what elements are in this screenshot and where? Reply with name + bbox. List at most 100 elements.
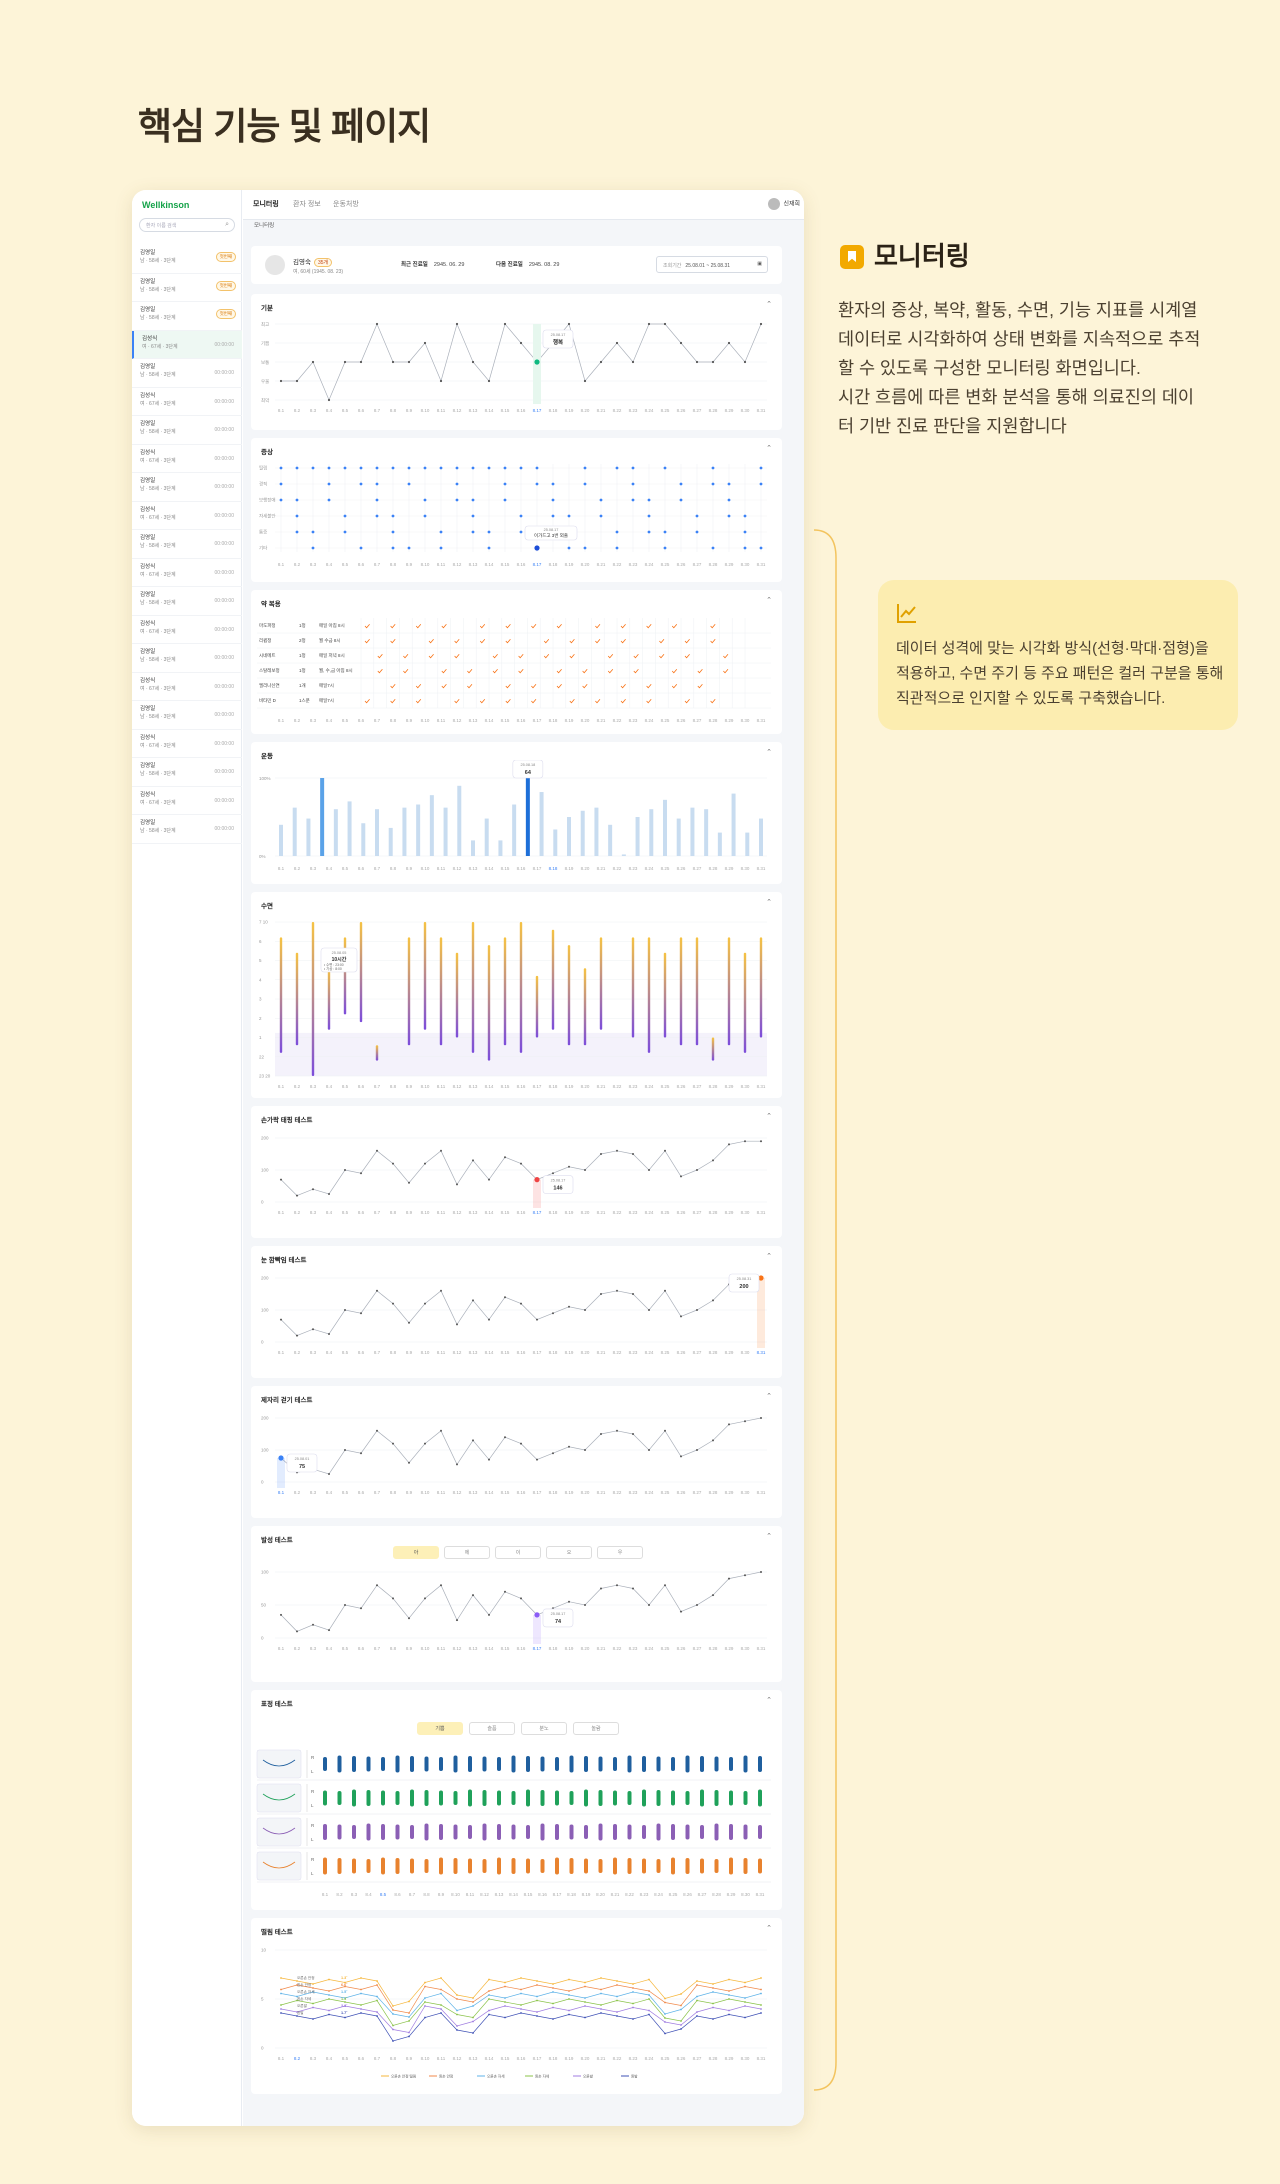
face-bar	[642, 1825, 646, 1839]
symptom-dot	[727, 482, 731, 486]
exercise-bar	[649, 809, 654, 856]
collapse-icon[interactable]: ⌃	[766, 1532, 772, 1540]
y-tick-label: 7 10	[259, 920, 268, 925]
user-profile[interactable]: 신재희	[768, 198, 800, 210]
tremor-line	[280, 2012, 762, 2042]
patient-item-name: 김영일	[140, 478, 156, 484]
tremor-point	[440, 1977, 442, 1979]
card-title: 제자리 걷기 테스트	[261, 1397, 313, 1404]
check-icon	[441, 668, 447, 674]
test-point	[328, 1473, 330, 1475]
face-tab-anger[interactable]: 분노	[521, 1722, 567, 1735]
collapse-icon[interactable]: ⌃	[766, 596, 772, 604]
sleep-bar	[583, 968, 587, 1046]
patient-list-item[interactable]: 김영일 남 · 58세 · 3단계 첫번째	[132, 245, 242, 274]
tremor-point	[760, 2008, 762, 2010]
collapse-icon[interactable]: ⌃	[766, 898, 772, 906]
tremor-point	[664, 2021, 666, 2023]
x-tick-label: 8.14	[485, 2056, 494, 2061]
patient-list-item[interactable]: 김성식 여 · 67세 · 3단계 00:00:00	[132, 388, 242, 416]
patient-list-item[interactable]: 김영일 남 · 58세 · 3단계 00:00:00	[132, 587, 242, 616]
face-tab-sad[interactable]: 슬픔	[469, 1722, 515, 1735]
mood-point	[295, 379, 299, 383]
patient-list-item[interactable]: 김영일 남 · 58세 · 3단계 00:00:00	[132, 416, 242, 445]
x-tick-label: 8.5	[342, 1350, 349, 1355]
exercise-bar	[484, 818, 489, 856]
voice-point	[296, 1630, 298, 1633]
collapse-icon[interactable]: ⌃	[766, 1924, 772, 1932]
tremor-point	[616, 1995, 618, 1998]
patient-list-item[interactable]: 김영일 남 · 58세 · 3단계 00:00:00	[132, 644, 242, 673]
highlight-band	[533, 1179, 541, 1208]
patient-list-item[interactable]: 김영일 남 · 58세 · 3단계 00:00:00	[132, 359, 242, 388]
user-avatar	[768, 198, 781, 210]
patient-search-input[interactable]: 환자 이름 검색 ⌕	[139, 218, 235, 232]
face-bar	[598, 1756, 603, 1772]
period-picker[interactable]: 조회기간 25.08.01 ~ 25.08.31 ▣	[656, 256, 768, 273]
patient-list-item[interactable]: 김영일 남 · 58세 · 3단계 00:00:00	[132, 473, 242, 502]
patient-list-item[interactable]: 김영일 남 · 58세 · 3단계 00:00:00	[132, 758, 242, 787]
x-tick-label: 8.23	[629, 1646, 638, 1651]
x-tick-label: 8.18	[549, 1490, 558, 1495]
x-tick-label: 8.12	[453, 866, 462, 871]
tremor-point	[648, 2009, 650, 2012]
voice-point	[616, 1584, 618, 1587]
x-tick-label: 8.19	[565, 562, 574, 567]
exercise-bar	[512, 804, 517, 856]
face-bar	[526, 1756, 530, 1772]
face-bar	[511, 1824, 516, 1840]
patient-list-item[interactable]: 김성식 여 · 67세 · 3단계 00:00:00	[132, 445, 242, 473]
check-icon	[710, 698, 716, 704]
face-tab-surprise[interactable]: 놀람	[573, 1722, 619, 1735]
face-bar	[323, 1857, 327, 1875]
patient-list-item[interactable]: 김영일 남 · 58세 · 3단계 00:00:00	[132, 701, 242, 730]
patient-list-item[interactable]: 김영일 남 · 58세 · 3단계 00:00:00	[132, 815, 242, 844]
patient-list-item[interactable]: 김영일 남 · 58세 · 3단계 첫번째	[132, 274, 242, 302]
tremor-point	[456, 1994, 458, 1996]
collapse-icon[interactable]: ⌃	[766, 1392, 772, 1400]
collapse-icon[interactable]: ⌃	[766, 1696, 772, 1704]
x-tick-label: 8.30	[741, 718, 750, 723]
collapse-icon[interactable]: ⌃	[766, 748, 772, 756]
face-tab-joy[interactable]: 기쁨	[417, 1722, 463, 1735]
collapse-icon[interactable]: ⌃	[766, 1112, 772, 1120]
x-tick-label: 8.26	[683, 1892, 692, 1897]
patient-list-item[interactable]: 김성식 여 · 67세 · 3단계 00:00:00	[132, 502, 242, 530]
x-tick-label: 8.14	[485, 1084, 494, 1089]
patient-list-item[interactable]: 김성식 여 · 67세 · 3단계 00:00:00	[132, 730, 242, 758]
sleep-bar	[727, 937, 731, 1046]
patient-list-item[interactable]: 김영일 남 · 58세 · 3단계 첫번째	[132, 302, 242, 331]
tremor-point	[568, 2013, 570, 2016]
exercise-bar	[333, 809, 338, 856]
check-icon	[595, 698, 601, 704]
collapse-icon[interactable]: ⌃	[766, 444, 772, 452]
check-icon	[723, 668, 729, 674]
tremor-point	[696, 2015, 698, 2017]
tab-monitoring[interactable]: 모니터링	[253, 199, 279, 209]
tab-patient-info[interactable]: 환자 정보	[293, 199, 321, 209]
symptom-dot	[519, 530, 523, 534]
patient-list-item[interactable]: 김성식 여 · 67세 · 3단계 00:00:00	[132, 787, 242, 815]
tremor-point	[488, 1990, 490, 1992]
patient-list-item[interactable]: 김성식 여 · 67세 · 3단계 00:00:00	[132, 559, 242, 587]
voice-point	[312, 1623, 314, 1626]
x-tick-label: 8.3	[351, 1892, 358, 1897]
symptom-dot	[663, 546, 667, 550]
patient-list-item[interactable]: 김영일 남 · 58세 · 3단계 00:00:00	[132, 530, 242, 559]
tab-exercise[interactable]: 운동처방	[333, 199, 359, 209]
x-tick-label: 8.12	[453, 408, 462, 413]
check-icon	[697, 683, 703, 689]
sleep-bar	[375, 1045, 379, 1061]
collapse-icon[interactable]: ⌃	[766, 1252, 772, 1260]
face-bar	[729, 1790, 733, 1806]
face-bar	[410, 1858, 414, 1874]
patient-list-item[interactable]: 김성식 여 · 67세 · 3단계 00:00:00	[132, 673, 242, 701]
check-icon	[684, 698, 690, 704]
x-tick-label: 8.7	[374, 866, 381, 871]
patient-list-item[interactable]: 김성식 여 · 67세 · 3단계 00:00:00	[132, 616, 242, 644]
patient-list-item[interactable]: 김성식 여 · 67세 · 3단계 00:00:00	[132, 330, 242, 359]
test-point	[728, 1143, 730, 1146]
collapse-icon[interactable]: ⌃	[766, 300, 772, 308]
test-point	[680, 1175, 682, 1178]
tremor-point	[456, 1998, 458, 2000]
